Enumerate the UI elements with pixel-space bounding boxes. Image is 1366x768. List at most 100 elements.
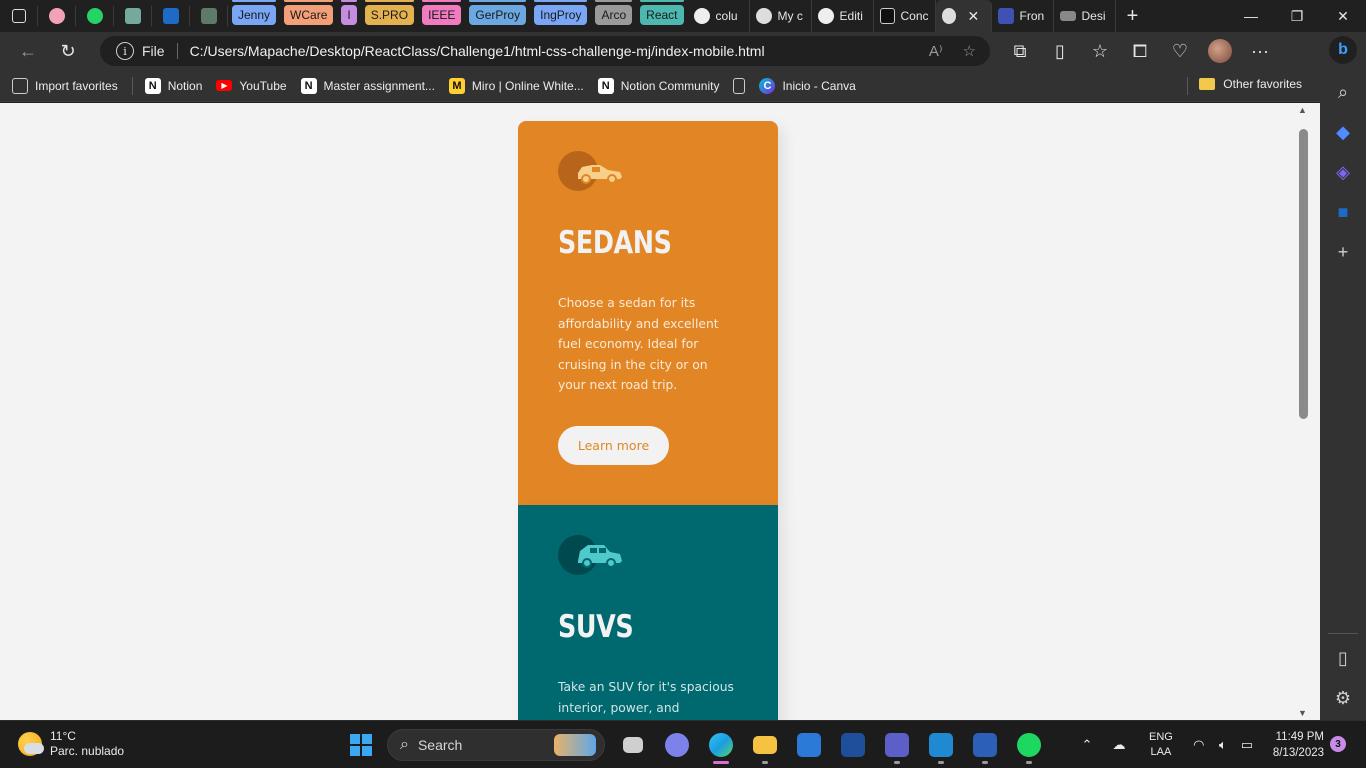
pinned-tab-v[interactable] (190, 6, 228, 26)
other-favorites-label: Other favorites (1223, 77, 1302, 91)
add-sidebar-app-icon[interactable]: + (1320, 232, 1366, 272)
onedrive-cloud-icon[interactable]: ☁ (1107, 725, 1131, 765)
address-bar[interactable]: i File C:/Users/Mapache/Desktop/ReactCla… (100, 36, 990, 66)
tab-editi[interactable]: Editi (812, 0, 874, 32)
sidebar-settings-icon[interactable]: ⚙ (1320, 678, 1366, 718)
teams-app[interactable] (875, 725, 919, 765)
close-tab-icon[interactable]: ✕ (962, 8, 984, 25)
tab-group-spro[interactable]: S.PRO (364, 0, 415, 25)
favorite-miro[interactable]: M Miro | Online White... (448, 77, 584, 94)
favorite-master-assignment[interactable]: N Master assignment... (300, 77, 435, 94)
tab-group-wcare[interactable]: WCare (284, 0, 334, 25)
minimize-button[interactable]: — (1228, 0, 1274, 32)
word-app[interactable] (963, 725, 1007, 765)
tab-group-ingproy[interactable]: IngProy (534, 0, 588, 25)
pinned-tab-chatgpt[interactable] (114, 6, 152, 26)
wifi-icon[interactable]: ◠ (1187, 725, 1211, 765)
edge-app[interactable] (699, 725, 743, 765)
show-hidden-icons-chevron-up-icon[interactable]: ⌃ (1075, 725, 1099, 765)
weather-widget[interactable]: 11°C Parc. nublado (18, 729, 124, 759)
back-button[interactable]: ← (8, 35, 48, 67)
favorite-import[interactable]: Import favorites (12, 77, 118, 94)
scrollbar-thumb[interactable] (1299, 129, 1308, 419)
start-button[interactable] (339, 725, 383, 765)
task-view-button[interactable] (611, 725, 655, 765)
clock[interactable]: 11:49 PM 8/13/2023 (1273, 729, 1324, 761)
partly-cloudy-icon (18, 732, 44, 756)
tab-active[interactable]: ✕ (935, 0, 992, 32)
store-app[interactable] (787, 725, 831, 765)
favorites-icon[interactable]: ☆ (1080, 35, 1120, 67)
vscode-app[interactable] (919, 725, 963, 765)
browser-essentials-icon[interactable]: ♡ (1160, 35, 1200, 67)
close-window-button[interactable]: ✕ (1320, 0, 1366, 32)
pinned-tab-whatsapp[interactable] (76, 6, 114, 26)
language-code: ENG (1149, 731, 1173, 743)
tab-actions-button[interactable] (0, 6, 38, 26)
read-aloud-icon[interactable]: A⁾ (929, 42, 943, 60)
split-screen-icon[interactable]: ▯ (1040, 35, 1080, 67)
card-description: Take an SUV for it's spacious interior, … (558, 677, 738, 718)
shopping-tag-icon[interactable]: ◆ (1320, 112, 1366, 152)
file-explorer-app[interactable] (743, 725, 787, 765)
tab-group-arco[interactable]: Arco (595, 0, 633, 25)
browser-toolbar: ← ↻ i File C:/Users/Mapache/Desktop/Reac… (0, 32, 1320, 70)
folder-icon (1199, 78, 1216, 90)
tab-fron[interactable]: Fron (992, 0, 1054, 32)
favorite-page[interactable] (733, 77, 746, 94)
pinned-tab-outlook[interactable] (152, 6, 190, 26)
notification-badge[interactable]: 3 (1330, 736, 1346, 752)
url-text[interactable]: C:/Users/Mapache/Desktop/ReactClass/Chal… (190, 43, 765, 59)
favorite-label: YouTube (239, 78, 287, 93)
favorite-notion-community[interactable]: N Notion Community (597, 77, 719, 94)
scroll-up-icon[interactable]: ▲ (1298, 105, 1307, 115)
info-icon[interactable]: i (116, 42, 134, 60)
extensions-icon[interactable]: ⧉ (1000, 35, 1040, 67)
bing-chat-icon[interactable]: b (1329, 36, 1357, 64)
taskbar-search[interactable]: ⌕ Search (387, 729, 605, 761)
volume-icon[interactable]: 🔈︎ (1211, 725, 1235, 765)
input-language[interactable]: ENG LAA (1149, 730, 1173, 760)
tab-group-react[interactable]: React (640, 0, 684, 25)
favorite-canva[interactable]: C Inicio - Canva (759, 77, 856, 94)
tab-conc[interactable]: Conc (874, 0, 936, 32)
settings-menu-icon[interactable]: ··· (1240, 35, 1280, 67)
favorite-label: Inicio - Canva (782, 78, 856, 93)
favorite-notion[interactable]: N Notion (144, 77, 202, 94)
tab-group-gerproy[interactable]: GerProy (469, 0, 527, 25)
system-tray: ⌃ ☁ ENG LAA ◠ 🔈︎ ▭ 11:49 PM 8/13/2023 (1075, 725, 1324, 765)
battery-icon[interactable]: ▭ (1235, 725, 1259, 765)
tab-colu[interactable]: colu (688, 0, 750, 32)
favorite-label: Import favorites (35, 78, 118, 93)
text-line: fuel economy. Ideal for (558, 337, 699, 351)
refresh-button[interactable]: ↻ (48, 35, 88, 67)
chat-app[interactable] (655, 725, 699, 765)
restore-button[interactable]: ❐ (1274, 0, 1320, 32)
scroll-down-icon[interactable]: ▼ (1298, 708, 1307, 718)
notion-icon: N (597, 77, 614, 94)
store-icon (797, 733, 821, 757)
pinned-tab-pig[interactable] (38, 6, 76, 26)
folder-icon (753, 736, 777, 754)
other-favorites[interactable]: Other favorites (1199, 77, 1302, 91)
tab-myc[interactable]: My c (750, 0, 812, 32)
favorite-star-icon[interactable]: ☆ (963, 42, 976, 60)
powershell-app[interactable] (831, 725, 875, 765)
outlook-icon[interactable]: ■ (1320, 192, 1366, 232)
text-line: your next road trip. (558, 378, 678, 392)
tab-group-jenny[interactable]: Jenny (232, 0, 277, 25)
spotify-app[interactable] (1007, 725, 1051, 765)
search-icon[interactable]: ⌕ (1320, 72, 1366, 112)
tab-group-i[interactable]: I (341, 0, 358, 25)
profile-button[interactable] (1200, 35, 1240, 67)
collections-icon[interactable]: ⧠ (1120, 35, 1160, 67)
learn-more-button[interactable]: Learn more (558, 426, 669, 465)
page-scrollbar[interactable]: ▲ ▼ (1296, 103, 1320, 720)
copilot-icon[interactable]: ◈ (1320, 152, 1366, 192)
tab-desi[interactable]: Desi (1054, 0, 1116, 32)
new-tab-button[interactable]: + (1116, 5, 1150, 28)
tab-group-ieee[interactable]: IEEE (422, 0, 462, 25)
favorite-youtube[interactable]: ▶ YouTube (216, 78, 287, 93)
outlook-icon (162, 8, 179, 24)
hide-sidebar-icon[interactable]: ▯ (1320, 638, 1366, 678)
